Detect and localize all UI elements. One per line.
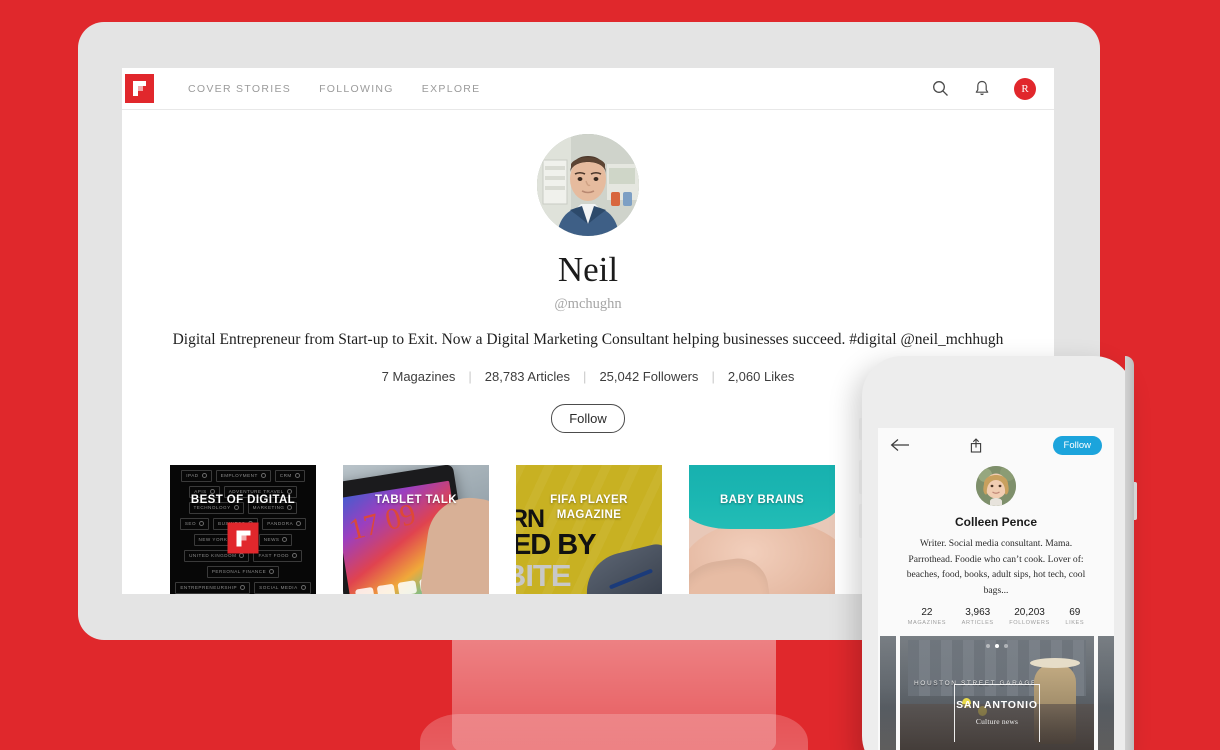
phone-silent-switch[interactable]	[859, 418, 862, 440]
carousel-card-title-text: SAN ANTONIO	[956, 699, 1038, 712]
carousel-dot[interactable]	[986, 644, 990, 649]
phone-device: Follow Colleen Pence Writer. Social medi…	[859, 356, 1137, 750]
tag-chip: SEO	[179, 517, 210, 530]
phone-profile-name: Colleen Pence	[954, 515, 1038, 529]
carousel-card-previous[interactable]	[880, 636, 896, 750]
tablet-stand	[420, 636, 808, 750]
phone-stat-value: 69	[1069, 607, 1081, 619]
scene-background: Cover Stories Following Explore	[0, 0, 1220, 750]
phone-follow-button[interactable]: Follow	[1052, 435, 1102, 455]
phone-stat-value: 22	[921, 607, 933, 619]
phone-profile-stats: 22 MAGAZINES 3,963 ARTICLES 20,203 FOLLO…	[892, 607, 1100, 626]
top-navigation-bar: Cover Stories Following Explore	[122, 68, 1054, 110]
bell-icon[interactable]	[972, 79, 992, 99]
avatar	[976, 466, 1016, 506]
phone-stat-magazines: 22 MAGAZINES	[908, 607, 946, 626]
tag-chip: PERSONAL FINANCE	[206, 565, 280, 578]
carousel-dot-active[interactable]	[995, 644, 999, 649]
search-icon[interactable]	[930, 79, 950, 99]
magazine-cover-image: 17 09	[343, 464, 489, 594]
stat-likes: 2,060 Likes	[727, 368, 795, 384]
magazine-cover-image	[689, 464, 835, 594]
magazine-tile-best-of-digital[interactable]: IPAD EMPLOYMENT CRM APIS ADVENTURE TRAVE…	[170, 464, 316, 594]
cover-overlay-line: TBITE	[516, 557, 572, 593]
tag-chip: EMPLOYMENT	[215, 469, 271, 482]
carousel-pagination-dots[interactable]	[986, 644, 1008, 649]
page-title: Neil	[557, 250, 619, 289]
magazine-title: FIFA PLAYER MAGAZINE	[550, 493, 628, 522]
phone-stat-likes: 69 LIKES	[1065, 607, 1084, 626]
phone-stat-value: 20,203	[1014, 607, 1045, 619]
carousel-dot[interactable]	[1004, 644, 1008, 649]
phone-stat-value: 3,963	[965, 607, 991, 619]
phone-power-button[interactable]	[1134, 482, 1137, 520]
phone-screen: Follow Colleen Pence Writer. Social medi…	[878, 428, 1114, 750]
magazine-cover-image: RN RED BY TBITE	[516, 464, 662, 594]
tag-chip: PANDORA	[262, 517, 307, 530]
account-avatar[interactable]: R	[1014, 77, 1036, 100]
magazine-title: TABLET TALK	[375, 493, 457, 506]
profile-handle: @mchughn	[554, 295, 622, 312]
tag-chip: FAST FOOD	[253, 549, 302, 562]
nav-links: Cover Stories Following Explore	[188, 83, 481, 95]
phone-profile-bio: Writer. Social media consultant. Mama. P…	[906, 538, 1086, 596]
carousel-card-subtitle: Culture news	[975, 716, 1019, 726]
nav-actions: R	[930, 77, 1036, 100]
phone-profile-section: Colleen Pence Writer. Social media consu…	[878, 466, 1114, 626]
phone-stat-label: ARTICLES	[961, 620, 994, 627]
magazine-tile-fifa-player[interactable]: RN RED BY TBITE FIFA PLAYER MAGAZINE	[516, 464, 662, 594]
tag-chip: ENTREPRENEURSHIP	[175, 581, 251, 594]
tag-chip: NEWS	[258, 533, 293, 546]
phone-magazine-carousel[interactable]: HOUSTON STREET GARAGE SAN ANTONIO Cultur…	[878, 636, 1114, 750]
magazine-title: BABY BRAINS	[719, 493, 805, 506]
nav-item-explore[interactable]: Explore	[422, 83, 481, 95]
phone-top-bar: Follow	[878, 428, 1114, 462]
follow-button[interactable]: Follow	[551, 403, 625, 433]
carousel-card-title: SAN ANTONIO Culture news	[954, 684, 1040, 743]
magazine-tile-tablet-talk[interactable]: 17 09 TABLET TALK	[343, 464, 489, 594]
stat-articles: 28,783 Articles	[484, 368, 571, 384]
phone-stat-articles: 3,963 ARTICLES	[962, 607, 994, 626]
carousel-card-next[interactable]	[1098, 636, 1114, 750]
stat-magazines: 7 Magazines	[381, 368, 456, 384]
nav-item-cover-stories[interactable]: Cover Stories	[188, 83, 291, 95]
profile-bio: Digital Entrepreneur from Start-up to Ex…	[172, 330, 1004, 348]
nav-item-following[interactable]: Following	[319, 83, 394, 95]
magazine-title: BEST OF DIGITAL	[190, 493, 296, 506]
phone-stat-label: MAGAZINES	[907, 620, 947, 627]
magazine-tile-baby-brains[interactable]: BABY BRAINS	[689, 464, 835, 594]
flipboard-logo-icon[interactable]	[125, 74, 154, 103]
flipboard-logo-icon	[227, 522, 259, 554]
stat-separator: |	[468, 368, 472, 384]
stat-followers: 25,042 Followers	[599, 368, 699, 384]
stat-separator: |	[711, 368, 715, 384]
tag-chip: SOCIAL MEDIA	[254, 581, 311, 594]
stat-separator: |	[583, 368, 587, 384]
arrow-left-icon[interactable]	[890, 435, 910, 455]
carousel-card-image	[1098, 636, 1114, 750]
tag-chip: IPAD	[181, 469, 212, 482]
phone-volume-down-button[interactable]	[859, 504, 862, 538]
phone-stat-label: FOLLOWERS	[1009, 620, 1050, 627]
carousel-card-san-antonio[interactable]: HOUSTON STREET GARAGE SAN ANTONIO Cultur…	[900, 636, 1094, 750]
carousel-card-image	[880, 636, 896, 750]
phone-volume-up-button[interactable]	[859, 460, 862, 494]
phone-stat-followers: 20,203 FOLLOWERS	[1009, 607, 1050, 626]
avatar	[537, 134, 639, 236]
share-icon[interactable]	[970, 437, 982, 453]
tag-chip: CRM	[274, 469, 305, 482]
phone-stat-label: LIKES	[1065, 620, 1085, 627]
